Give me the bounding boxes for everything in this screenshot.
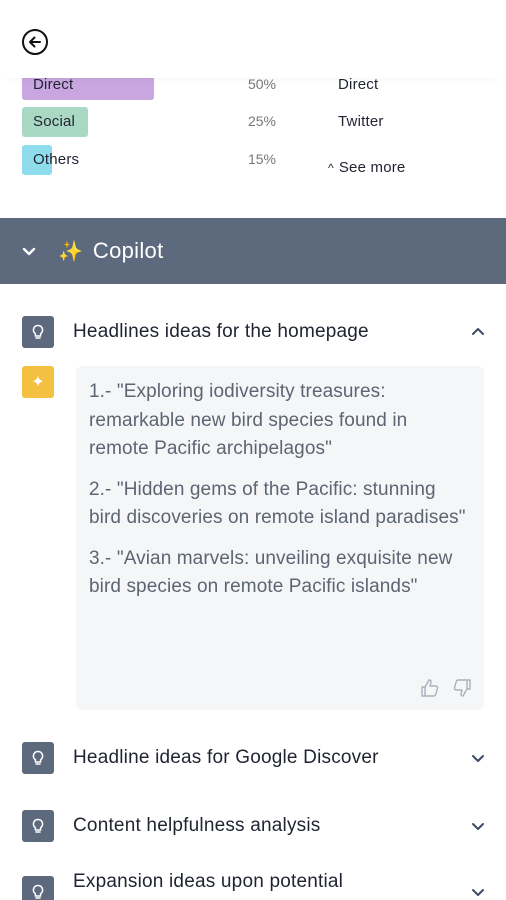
copilot-response: 1.- "Exploring iodiversity treasures: re… (76, 366, 484, 710)
lightbulb-icon (22, 876, 54, 900)
see-more-label: See more (338, 159, 406, 176)
traffic-sources: Direct 50% Direct Social 25% Twitter Oth… (0, 70, 506, 218)
headline-idea: 2.- "Hidden gems of the Pacific: stunnin… (89, 478, 466, 529)
source-name: Direct (338, 76, 379, 93)
chevron-down-icon (472, 823, 484, 830)
chevron-up-icon: ^ (328, 161, 334, 175)
feedback-buttons (420, 678, 472, 698)
copilot-item-homepage-headlines[interactable]: Headlines ideas for the homepage (0, 314, 506, 354)
chevron-down-icon (20, 242, 38, 260)
back-button[interactable] (22, 29, 48, 55)
copilot-title: Copilot (92, 238, 164, 263)
copilot-item-title: Headlines ideas for the homepage (73, 321, 369, 342)
headline-idea: 3.- "Avian marvels: unveiling exquisite … (89, 547, 453, 598)
arrow-left-icon (29, 36, 41, 48)
copilot-header[interactable]: ✨ Copilot (0, 218, 506, 284)
chevron-up-icon (472, 328, 484, 335)
sparkles-icon: ✦ (22, 366, 54, 398)
copilot-item-content-helpfulness[interactable]: Content helpfulness analysis (0, 808, 506, 848)
traffic-percent: 15% (247, 151, 276, 167)
copilot-item-expansion-ideas[interactable]: Expansion ideas upon potential (0, 866, 506, 900)
source-name: Twitter (338, 113, 384, 130)
thumbs-up-icon[interactable] (420, 678, 440, 698)
traffic-label: Social (33, 113, 76, 130)
thumbs-down-icon[interactable] (452, 678, 472, 698)
copilot-item-title: Expansion ideas upon potential (73, 871, 344, 892)
see-more-link[interactable]: ^ See more (328, 159, 405, 176)
lightbulb-icon (22, 742, 54, 774)
headline-idea: 1.- "Exploring iodiversity treasures: re… (89, 381, 408, 459)
copilot-item-title: Headline ideas for Google Discover (73, 747, 379, 768)
traffic-label: Others (33, 151, 80, 168)
lightbulb-icon (22, 810, 54, 842)
sparkles-icon: ✨ (58, 240, 83, 263)
traffic-percent: 50% (247, 76, 276, 92)
copilot-item-google-discover[interactable]: Headline ideas for Google Discover (0, 740, 506, 780)
traffic-row: Social 25% Twitter (0, 107, 506, 137)
copilot-item-title: Content helpfulness analysis (73, 815, 321, 836)
top-bar (0, 0, 506, 78)
chevron-down-icon (472, 889, 484, 896)
traffic-percent: 25% (247, 113, 276, 129)
traffic-row: Others 15% (0, 145, 506, 175)
lightbulb-icon (22, 316, 54, 348)
traffic-label: Direct (33, 76, 74, 93)
chevron-down-icon (472, 755, 484, 762)
